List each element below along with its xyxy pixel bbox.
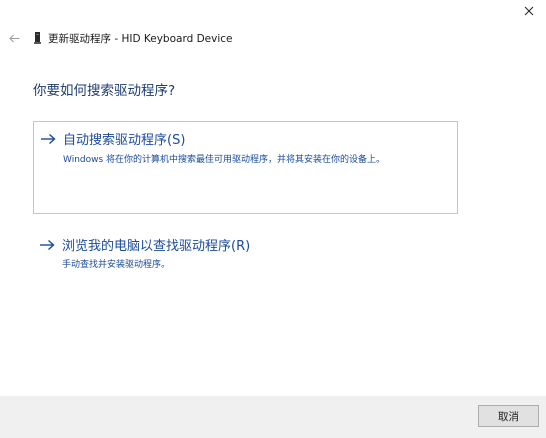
back-button[interactable] (8, 32, 20, 44)
arrow-right-icon (39, 238, 55, 252)
close-button[interactable] (512, 0, 546, 22)
close-icon (524, 6, 534, 16)
auto-search-option[interactable]: 自动搜索驱动程序(S) Windows 将在你的计算机中搜索最佳可用驱动程序，并… (33, 121, 458, 214)
browse-computer-title: 浏览我的电脑以查找驱动程序(R) (62, 239, 251, 254)
keyboard-device-icon (34, 32, 42, 44)
browse-computer-description: 手动查找并安装驱动程序。 (62, 260, 171, 270)
browse-computer-option[interactable]: 浏览我的电脑以查找驱动程序(R) 手动查找并安装驱动程序。 (33, 232, 458, 272)
update-driver-dialog: 更新驱动程序 - HID Keyboard Device 你要如何搜索驱动程序?… (0, 0, 546, 438)
auto-search-title: 自动搜索驱动程序(S) (63, 133, 186, 148)
cancel-button[interactable]: 取消 (478, 405, 539, 427)
dialog-footer: 取消 (0, 396, 546, 438)
back-arrow-icon (8, 34, 19, 42)
arrow-right-icon (40, 132, 56, 146)
auto-search-description: Windows 将在你的计算机中搜索最佳可用驱动程序，并将其安装在你的设备上。 (63, 155, 386, 165)
window-title: 更新驱动程序 - HID Keyboard Device (48, 32, 233, 45)
option-title-row: 自动搜索驱动程序(S) (40, 129, 185, 148)
option-title-row: 浏览我的电脑以查找驱动程序(R) (39, 235, 250, 254)
title-bar: 更新驱动程序 - HID Keyboard Device (8, 31, 232, 45)
page-heading: 你要如何搜索驱动程序? (33, 83, 176, 99)
